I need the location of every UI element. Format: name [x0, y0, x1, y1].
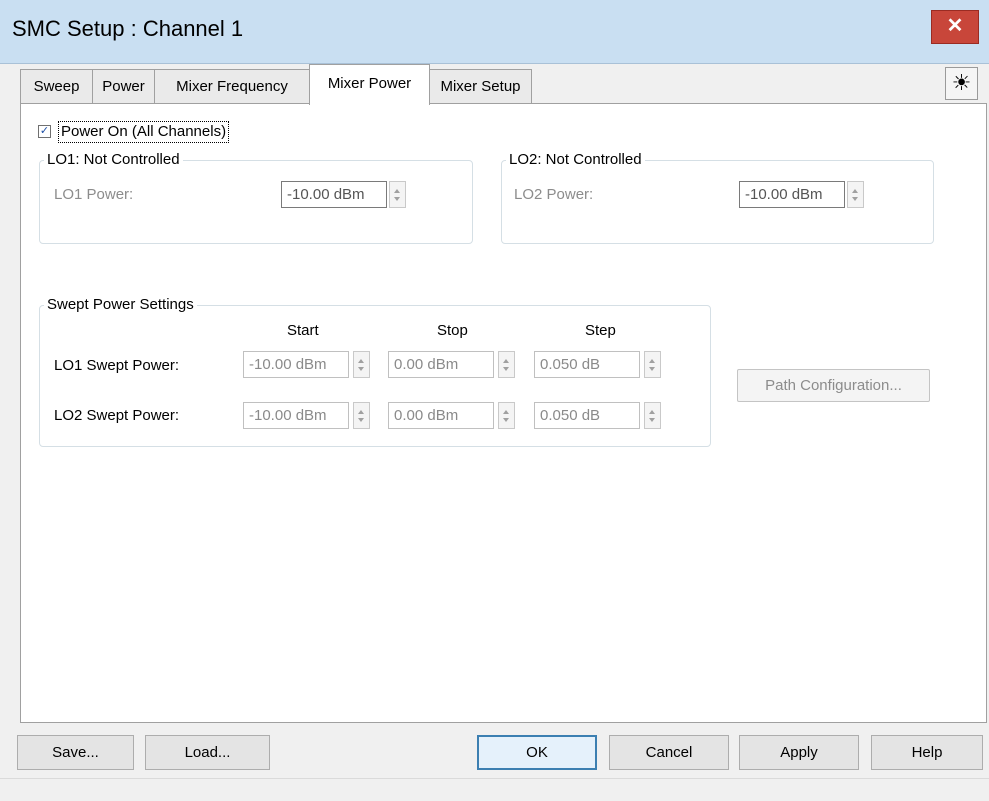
- lo1-power-label: LO1 Power:: [54, 186, 134, 203]
- tab-mixer-setup[interactable]: Mixer Setup: [429, 69, 532, 104]
- lo1-swept-stop-field[interactable]: 0.00 dBm: [388, 351, 494, 378]
- sun-icon: ☀: [951, 70, 972, 95]
- close-icon: ✕: [946, 15, 964, 37]
- tab-power[interactable]: Power: [92, 69, 155, 104]
- power-on-checkbox[interactable]: ✓: [38, 125, 51, 138]
- lo2-swept-step-spin-button[interactable]: [644, 402, 661, 429]
- spin-down-icon: [503, 367, 509, 371]
- swept-power-group-title: Swept Power Settings: [44, 296, 197, 314]
- lo2-swept-step-spinbox[interactable]: 0.050 dB: [534, 402, 664, 429]
- spin-up-icon: [358, 410, 364, 414]
- lo2-swept-start-spin-button[interactable]: [353, 402, 370, 429]
- check-icon: ✓: [39, 125, 50, 137]
- tab-strip: Sweep Power Mixer Frequency Mixer Power …: [20, 64, 960, 105]
- column-step: Step: [585, 322, 616, 339]
- title-bar: SMC Setup : Channel 1 ✕: [0, 0, 989, 64]
- tab-mixer-setup-label: Mixer Setup: [440, 78, 521, 95]
- status-bar: [0, 778, 989, 801]
- spin-down-icon: [394, 197, 400, 201]
- tab-sweep[interactable]: Sweep: [20, 69, 93, 104]
- lo2-swept-stop-spinbox[interactable]: 0.00 dBm: [388, 402, 518, 429]
- brightness-button[interactable]: ☀: [945, 67, 978, 100]
- column-start: Start: [287, 322, 319, 339]
- spin-up-icon: [394, 189, 400, 193]
- tab-power-label: Power: [102, 78, 145, 95]
- lo2-swept-start-field[interactable]: -10.00 dBm: [243, 402, 349, 429]
- lo1-power-spin-button[interactable]: [389, 181, 406, 208]
- spin-up-icon: [649, 359, 655, 363]
- lo1-swept-step-spinbox[interactable]: 0.050 dB: [534, 351, 664, 378]
- lo1-swept-start-spin-button[interactable]: [353, 351, 370, 378]
- spin-down-icon: [358, 367, 364, 371]
- lo2-power-spinbox[interactable]: -10.00 dBm: [739, 181, 869, 208]
- lo1-swept-power-label: LO1 Swept Power:: [54, 357, 180, 374]
- spin-down-icon: [649, 418, 655, 422]
- path-configuration-button[interactable]: Path Configuration...: [737, 369, 930, 402]
- help-button[interactable]: Help: [871, 735, 983, 770]
- lo2-swept-step-field[interactable]: 0.050 dB: [534, 402, 640, 429]
- lo1-power-field[interactable]: -10.00 dBm: [281, 181, 387, 208]
- lo1-power-spinbox[interactable]: -10.00 dBm: [281, 181, 411, 208]
- lo1-swept-stop-spin-button[interactable]: [498, 351, 515, 378]
- column-stop: Stop: [437, 322, 468, 339]
- apply-button[interactable]: Apply: [739, 735, 859, 770]
- lo2-group-title: LO2: Not Controlled: [506, 151, 645, 169]
- tab-mixer-power-label: Mixer Power: [327, 75, 412, 92]
- smc-setup-dialog: SMC Setup : Channel 1 ✕ Sweep Power Mixe…: [0, 0, 989, 801]
- spin-up-icon: [358, 359, 364, 363]
- lo2-power-spin-button[interactable]: [847, 181, 864, 208]
- lo2-swept-stop-spin-button[interactable]: [498, 402, 515, 429]
- lo1-swept-step-field[interactable]: 0.050 dB: [534, 351, 640, 378]
- spin-up-icon: [649, 410, 655, 414]
- spin-down-icon: [852, 197, 858, 201]
- tab-sweep-label: Sweep: [33, 78, 80, 95]
- close-button[interactable]: ✕: [931, 10, 979, 44]
- lo1-swept-start-spinbox[interactable]: -10.00 dBm: [243, 351, 373, 378]
- tab-mixer-frequency[interactable]: Mixer Frequency: [154, 69, 310, 104]
- lo1-swept-start-field[interactable]: -10.00 dBm: [243, 351, 349, 378]
- cancel-button[interactable]: Cancel: [609, 735, 729, 770]
- tab-mixer-frequency-label: Mixer Frequency: [176, 78, 288, 95]
- spin-down-icon: [649, 367, 655, 371]
- spin-up-icon: [503, 359, 509, 363]
- lo1-swept-step-spin-button[interactable]: [644, 351, 661, 378]
- spin-down-icon: [503, 418, 509, 422]
- lo1-swept-stop-spinbox[interactable]: 0.00 dBm: [388, 351, 518, 378]
- tab-mixer-power[interactable]: Mixer Power: [309, 64, 430, 105]
- spin-up-icon: [852, 189, 858, 193]
- lo2-swept-power-label: LO2 Swept Power:: [54, 407, 180, 424]
- lo2-power-label: LO2 Power:: [514, 186, 594, 203]
- save-button[interactable]: Save...: [17, 735, 134, 770]
- lo1-group-title: LO1: Not Controlled: [44, 151, 183, 169]
- lo2-swept-start-spinbox[interactable]: -10.00 dBm: [243, 402, 373, 429]
- load-button[interactable]: Load...: [145, 735, 270, 770]
- lo2-power-field[interactable]: -10.00 dBm: [739, 181, 845, 208]
- lo2-swept-stop-field[interactable]: 0.00 dBm: [388, 402, 494, 429]
- ok-button[interactable]: OK: [477, 735, 597, 770]
- window-title: SMC Setup : Channel 1: [12, 16, 244, 41]
- spin-down-icon: [358, 418, 364, 422]
- spin-up-icon: [503, 410, 509, 414]
- power-on-label[interactable]: Power On (All Channels): [58, 121, 230, 143]
